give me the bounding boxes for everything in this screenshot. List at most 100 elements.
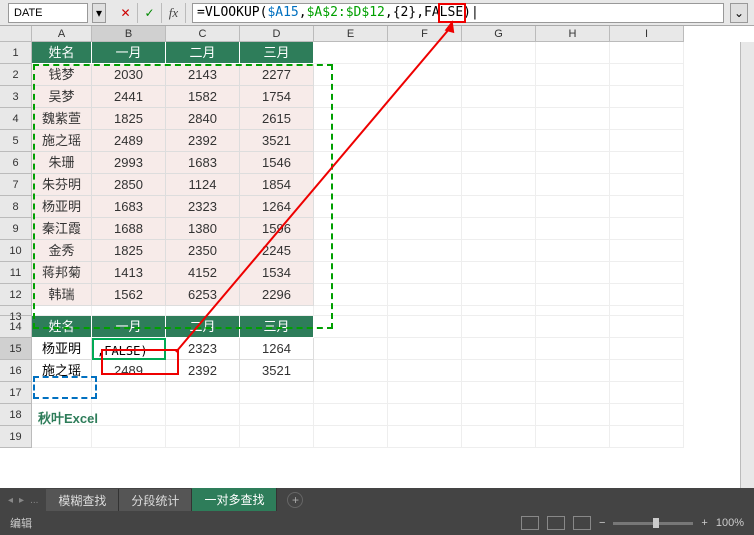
cell[interactable]: 姓名: [32, 42, 92, 64]
row-header[interactable]: 15: [0, 338, 32, 360]
cell[interactable]: [166, 382, 240, 404]
zoom-in-button[interactable]: +: [701, 517, 707, 529]
cell[interactable]: [536, 382, 610, 404]
cell[interactable]: [610, 284, 684, 306]
cell[interactable]: [92, 306, 166, 316]
cell[interactable]: [314, 64, 388, 86]
cell[interactable]: [462, 196, 536, 218]
active-cell[interactable]: ,FALSE): [92, 338, 166, 360]
col-header[interactable]: B: [92, 26, 166, 42]
row-header[interactable]: 18: [0, 404, 32, 426]
cell[interactable]: [166, 426, 240, 448]
cell[interactable]: 二月: [166, 42, 240, 64]
cell[interactable]: [536, 404, 610, 426]
cell[interactable]: 1754: [240, 86, 314, 108]
cell[interactable]: [388, 108, 462, 130]
cell[interactable]: [462, 360, 536, 382]
cell[interactable]: [610, 64, 684, 86]
cell[interactable]: [462, 262, 536, 284]
cell[interactable]: 1546: [240, 152, 314, 174]
cell[interactable]: 1582: [166, 86, 240, 108]
row-header[interactable]: 17: [0, 382, 32, 404]
cell[interactable]: 金秀: [32, 240, 92, 262]
cell[interactable]: [314, 86, 388, 108]
cell[interactable]: [462, 338, 536, 360]
cell[interactable]: [462, 108, 536, 130]
row-header[interactable]: 2: [0, 64, 32, 86]
view-pagebreak-button[interactable]: [573, 516, 591, 530]
cell[interactable]: [610, 152, 684, 174]
name-box-dropdown[interactable]: ▾: [92, 3, 106, 23]
tab-nav-prev[interactable]: ◂: [8, 495, 13, 506]
cell[interactable]: 魏紫萱: [32, 108, 92, 130]
cell[interactable]: 一月: [92, 42, 166, 64]
cell[interactable]: [462, 86, 536, 108]
cell[interactable]: 2245: [240, 240, 314, 262]
cell[interactable]: [610, 382, 684, 404]
cell[interactable]: [536, 196, 610, 218]
cell[interactable]: [314, 152, 388, 174]
cell[interactable]: [388, 240, 462, 262]
cell[interactable]: [610, 404, 684, 426]
cell[interactable]: [314, 426, 388, 448]
cell[interactable]: [166, 404, 240, 426]
row-header[interactable]: 9: [0, 218, 32, 240]
cell[interactable]: [92, 404, 166, 426]
cell[interactable]: 朱芬明: [32, 174, 92, 196]
cell[interactable]: [388, 284, 462, 306]
cell[interactable]: [388, 382, 462, 404]
cell[interactable]: [536, 306, 610, 316]
view-normal-button[interactable]: [521, 516, 539, 530]
cell[interactable]: [610, 108, 684, 130]
vertical-scrollbar[interactable]: [740, 42, 754, 488]
cell[interactable]: [388, 404, 462, 426]
cell[interactable]: 2143: [166, 64, 240, 86]
row-header[interactable]: 5: [0, 130, 32, 152]
cell[interactable]: 1825: [92, 240, 166, 262]
cell[interactable]: [536, 262, 610, 284]
cell[interactable]: 杨亚明: [32, 196, 92, 218]
cell[interactable]: [388, 426, 462, 448]
cell[interactable]: [314, 196, 388, 218]
cell[interactable]: 3521: [240, 360, 314, 382]
row-header[interactable]: 12: [0, 284, 32, 306]
zoom-slider[interactable]: [613, 522, 693, 525]
cell[interactable]: 秦江霞: [32, 218, 92, 240]
cell[interactable]: [610, 130, 684, 152]
cell[interactable]: [314, 360, 388, 382]
cell[interactable]: 3521: [240, 130, 314, 152]
col-header[interactable]: I: [610, 26, 684, 42]
cell[interactable]: [462, 240, 536, 262]
cell[interactable]: [314, 108, 388, 130]
cell[interactable]: [536, 42, 610, 64]
cell[interactable]: [536, 338, 610, 360]
cell[interactable]: [462, 404, 536, 426]
cell[interactable]: [610, 42, 684, 64]
row-header[interactable]: 16: [0, 360, 32, 382]
row-header[interactable]: 6: [0, 152, 32, 174]
cell[interactable]: 2993: [92, 152, 166, 174]
cell[interactable]: 2615: [240, 108, 314, 130]
select-all-corner[interactable]: [0, 26, 32, 42]
cell[interactable]: [536, 360, 610, 382]
cell[interactable]: [388, 338, 462, 360]
cell[interactable]: 1124: [166, 174, 240, 196]
cell[interactable]: [388, 152, 462, 174]
cell[interactable]: 三月: [240, 42, 314, 64]
row-header[interactable]: 1: [0, 42, 32, 64]
row-header[interactable]: 7: [0, 174, 32, 196]
cell[interactable]: 二月: [166, 316, 240, 338]
cell[interactable]: [536, 86, 610, 108]
cell[interactable]: 1596: [240, 218, 314, 240]
cell[interactable]: [462, 42, 536, 64]
cell[interactable]: [240, 426, 314, 448]
zoom-out-button[interactable]: −: [599, 517, 605, 529]
cell[interactable]: [314, 404, 388, 426]
cell[interactable]: [610, 196, 684, 218]
cell[interactable]: [314, 382, 388, 404]
cell[interactable]: 韩瑞: [32, 284, 92, 306]
cell[interactable]: [610, 306, 684, 316]
tab-ellipsis[interactable]: ...: [30, 495, 38, 506]
cell[interactable]: 2296: [240, 284, 314, 306]
formula-expand[interactable]: ⌄: [730, 3, 748, 23]
